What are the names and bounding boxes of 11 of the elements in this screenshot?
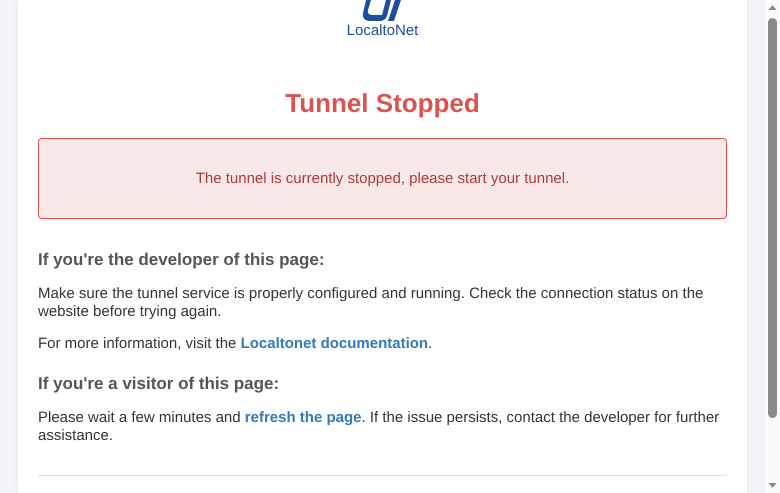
link[interactable]: Localtonet documentation xyxy=(240,335,428,352)
logo-text: LocaltoNet xyxy=(346,22,418,40)
paragraph: For more information, visit the Localtonet documentation. xyxy=(38,335,434,353)
link[interactable]: refresh the page xyxy=(244,409,362,426)
page-title: Tunnel Stopped xyxy=(284,88,481,118)
alert-message: The tunnel is currently stopped, please start your tunnel. xyxy=(38,138,727,219)
section-heading: If you're the developer of this page: xyxy=(38,249,326,271)
scrollbar[interactable] xyxy=(765,0,780,493)
section-heading: If you're a visitor of this page: xyxy=(38,373,280,395)
paragraph: Please wait a few minutes and refresh the page. If the issue persists, contact the developer for further assistance. xyxy=(38,409,720,445)
paragraph: Make sure the tunnel service is properly configured and running. Check the connection status on the website before trying again. xyxy=(38,285,704,321)
